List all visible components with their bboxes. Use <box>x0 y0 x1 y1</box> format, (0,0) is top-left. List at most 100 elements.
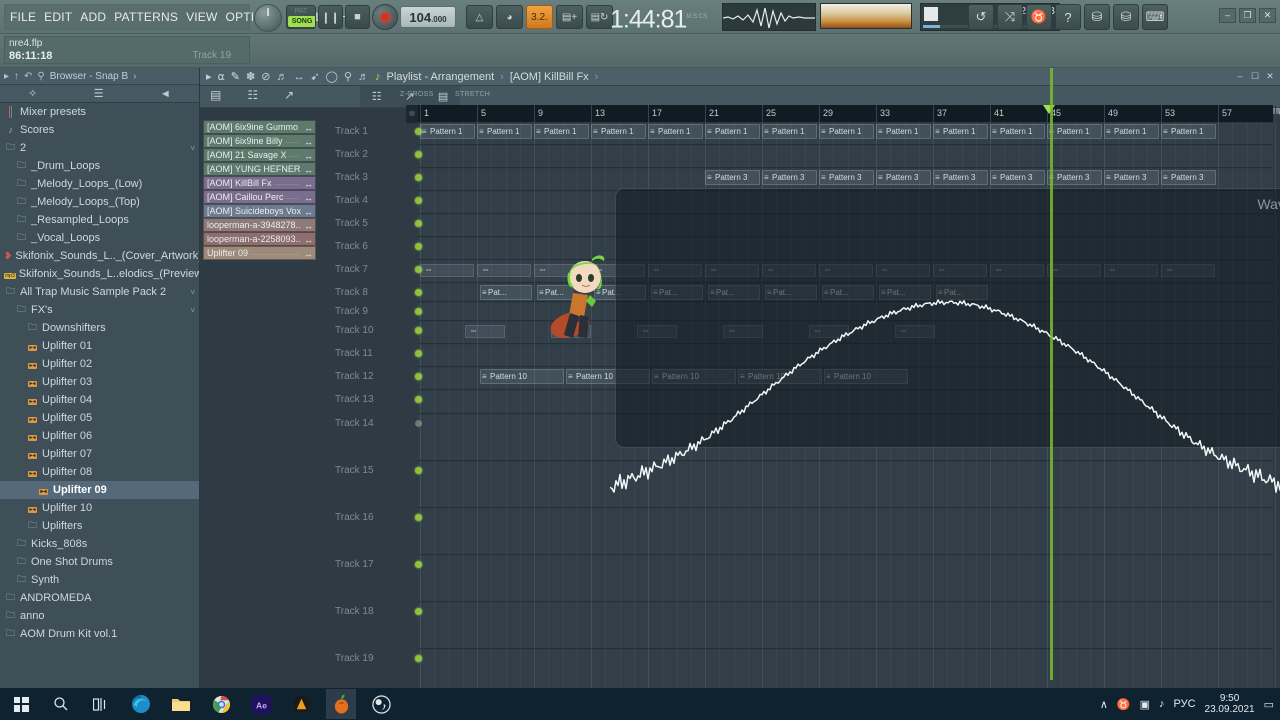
playlist-clip[interactable]: Pattern 1 <box>1161 124 1216 139</box>
playlist-clip[interactable]: Pattern 3 <box>1161 170 1216 185</box>
magnifier-icon[interactable]: ⚲ <box>344 70 352 83</box>
up-arrow-icon[interactable]: ↑ <box>14 71 19 82</box>
browser-item-uplifters[interactable]: 🗀 Uplifters <box>0 517 199 535</box>
loop-record-icon[interactable]: ▤↻ <box>586 5 613 29</box>
browser-tab-all[interactable]: ✧ <box>28 87 37 100</box>
minimize-button[interactable]: – <box>1219 8 1236 23</box>
pattern-item-10[interactable]: Uplifter 09 ↔ <box>203 246 316 260</box>
menu-view[interactable]: VIEW <box>186 10 217 24</box>
playlist-clip[interactable]: Pattern 1 <box>591 124 646 139</box>
browser-item-uplifter-06[interactable]: ▸◂ Uplifter 06 <box>0 427 199 445</box>
browser-item-scores[interactable]: ♪ Scores <box>0 121 199 139</box>
grid-view-icon[interactable]: ▤ <box>438 90 448 103</box>
track-label-8[interactable]: Track 8 <box>335 287 368 298</box>
browser-item-uplifter-05[interactable]: ▸◂ Uplifter 05 <box>0 409 199 427</box>
select-icon[interactable]: ➹ <box>310 70 319 83</box>
browser-item-downshifters[interactable]: 🗀 Downshifters <box>0 319 199 337</box>
playlist-clip[interactable]: Pattern 3 <box>819 170 874 185</box>
save-icon[interactable]: ⛁ <box>1084 4 1110 30</box>
chevron-down-icon[interactable]: ˅ <box>190 288 195 297</box>
track-label-3[interactable]: Track 3 <box>335 172 368 183</box>
browser-tab-files[interactable]: ☰ <box>94 87 104 100</box>
playlist-clip[interactable]: Pattern 3 <box>1104 170 1159 185</box>
mute-icon[interactable]: ⊘ <box>261 70 270 83</box>
playlist-close-button[interactable]: ✕ <box>1264 71 1276 83</box>
app-a-icon[interactable] <box>286 689 316 719</box>
track-label-12[interactable]: Track 12 <box>335 371 374 382</box>
help-icon[interactable]: ? <box>1055 4 1081 30</box>
browser-item-kicks-808s[interactable]: 🗀 Kicks_808s <box>0 535 199 553</box>
playlist-clip[interactable]: Pattern 3 <box>705 170 760 185</box>
audio-clip[interactable] <box>420 264 474 277</box>
chrome-icon[interactable] <box>206 689 236 719</box>
playlist-clip[interactable]: Pattern 1 <box>534 124 589 139</box>
playlist-clip[interactable]: Pattern 10 <box>480 369 564 384</box>
browser-item-all-trap-music-sample-pack-2[interactable]: 🗀 All Trap Music Sample Pack 2 ˅ <box>0 283 199 301</box>
tray-microphone-icon[interactable]: ♉ <box>1117 698 1131 711</box>
track-row-2[interactable] <box>418 146 1273 168</box>
notifications-icon[interactable]: ▭ <box>1264 698 1274 711</box>
browser-item-uplifter-07[interactable]: ▸◂ Uplifter 07 <box>0 445 199 463</box>
playlist-clip[interactable]: Pattern 1 <box>477 124 532 139</box>
browser-item-uplifter-01[interactable]: ▸◂ Uplifter 01 <box>0 337 199 355</box>
playhead-triangle-icon[interactable] <box>1043 105 1055 114</box>
track-label-18[interactable]: Track 18 <box>335 606 374 617</box>
track-row-17[interactable] <box>418 556 1273 602</box>
playlist-clip[interactable]: Pattern 1 <box>1104 124 1159 139</box>
browser-item-skifonix-sounds-l-elodics-preview[interactable]: mp3 Skifonix_Sounds_L..elodics_(Preview) <box>0 265 199 283</box>
playlist-clip[interactable]: Pat... <box>480 285 532 300</box>
track-row-18[interactable] <box>418 603 1273 649</box>
browser-item-melody-loops-top[interactable]: 🗀 _Melody_Loops_(Top) <box>0 193 199 211</box>
piano-roll-toggle-icon[interactable]: ▤ <box>210 88 221 102</box>
playlist-clip[interactable]: Pattern 1 <box>420 124 475 139</box>
tempo-display[interactable]: 104.000 <box>400 6 456 28</box>
file-explorer-icon[interactable] <box>166 689 196 719</box>
menu-patterns[interactable]: PATTERNS <box>114 10 178 24</box>
taskbar-clock[interactable]: 9:50 23.09.2021 <box>1205 693 1255 715</box>
maximize-button[interactable]: ❐ <box>1239 8 1256 23</box>
audio-clip[interactable] <box>465 325 505 338</box>
playlist-clip[interactable]: Pattern 1 <box>648 124 703 139</box>
refresh-icon[interactable]: ↺ <box>968 4 994 30</box>
browser-item-uplifter-09[interactable]: ▸◂ Uplifter 09 <box>0 481 199 499</box>
playlist-clip[interactable]: Pattern 1 <box>990 124 1045 139</box>
waveform-toggle-icon[interactable]: ☷ <box>247 88 258 102</box>
playlist-clip[interactable]: Pattern 1 <box>933 124 988 139</box>
search-icon[interactable]: ⚲ <box>37 71 44 82</box>
browser-item-skifonix-sounds-l-cover-artwork[interactable]: ❥ Skifonix_Sounds_L.._(Cover_Artwork) <box>0 247 199 265</box>
stop-button[interactable]: ■ <box>345 5 370 29</box>
track-label-10[interactable]: Track 10 <box>335 325 374 336</box>
shuffle-icon[interactable]: ⤨ <box>997 4 1023 30</box>
track-label-column[interactable]: Track 1 Track 2 Track 3 Track 4 Track 5 Track… <box>335 123 422 720</box>
pattern-item-7[interactable]: [AOM] Suicideboys Vox ↔ <box>203 204 316 218</box>
preview-icon[interactable]: ♬ <box>358 71 369 83</box>
playlist-clip[interactable]: Pattern 3 <box>762 170 817 185</box>
playlist-clip[interactable]: Pattern 1 <box>705 124 760 139</box>
track-label-15[interactable]: Track 15 <box>335 465 374 476</box>
tray-language-indicator[interactable]: РУС <box>1174 698 1196 710</box>
pattern-picker-panel[interactable]: [AOM] 6ix9ine Gummo ↔ [AOM] 6ix9ine Billy ↔… <box>203 120 316 260</box>
track-label-13[interactable]: Track 13 <box>335 394 374 405</box>
track-label-14[interactable]: Track 14 <box>335 418 374 429</box>
step-count-display[interactable]: 3.2. <box>526 5 553 29</box>
pattern-item-1[interactable]: [AOM] 6ix9ine Gummo ↔ <box>203 120 316 134</box>
search-icon[interactable] <box>46 689 76 719</box>
magnet-icon[interactable]: ⍺ <box>218 70 225 83</box>
playlist-time-ruler[interactable]: 1591317212529333741454953576165697377818… <box>418 105 1280 123</box>
browser-tree[interactable]: ║ Mixer presets ♪ Scores 🗀 2 ˅ 🗀 _Drum_Loops 🗀 _Me… <box>0 103 199 688</box>
wait-for-input-icon[interactable]: ◕ <box>496 5 523 29</box>
playlist-clip[interactable]: Pattern 1 <box>762 124 817 139</box>
browser-item-andromeda[interactable]: 🗀 ANDROMEDA <box>0 589 199 607</box>
track-label-1[interactable]: Track 1 <box>335 126 368 137</box>
tray-network-icon[interactable]: ▣ <box>1140 698 1150 711</box>
microphone-icon[interactable]: ♉ <box>1026 4 1052 30</box>
playlist-maximize-button[interactable]: ☐ <box>1249 71 1261 83</box>
playlist-clip[interactable]: Pattern 3 <box>876 170 931 185</box>
chevron-down-icon[interactable]: ˅ <box>190 144 195 153</box>
track-label-9[interactable]: Track 9 <box>335 306 368 317</box>
playlist-clip[interactable]: Pattern 1 <box>819 124 874 139</box>
playlist-clip[interactable]: Pattern 1 <box>1047 124 1102 139</box>
metronome-icon[interactable]: △ <box>466 5 493 29</box>
browser-item-2[interactable]: 🗀 2 ˅ <box>0 139 199 157</box>
record-button[interactable] <box>372 4 398 30</box>
